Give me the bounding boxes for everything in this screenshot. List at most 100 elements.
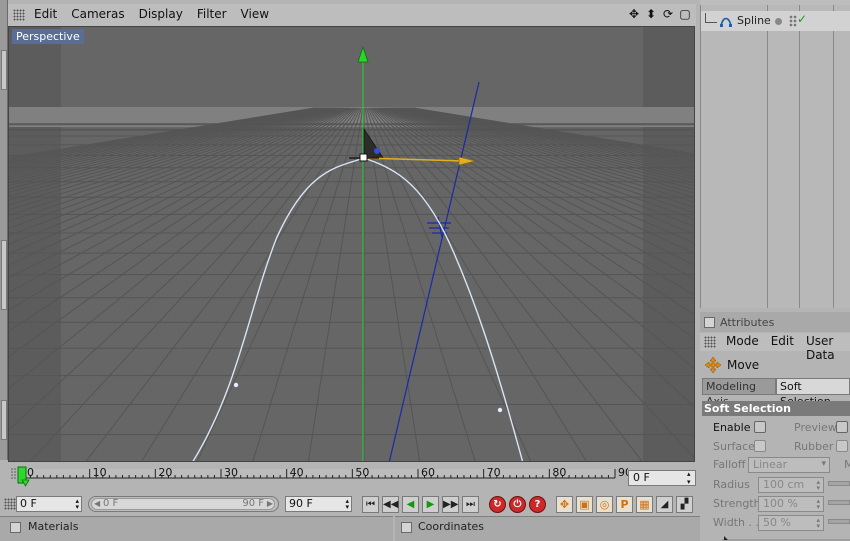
keyframe-selection-button[interactable]: ? [529,496,546,513]
rubber-checkbox[interactable] [836,440,848,452]
enable-row: Enable Preview [700,419,850,437]
surface-row: Surface Rubber [700,438,850,456]
key-rotation-button[interactable]: ◎ [596,496,613,513]
current-frame-field[interactable]: 0 F [628,470,696,486]
viewport-menubar: Edit Cameras Display Filter View ✥ ⬍ ⟳ ▢ [8,4,696,26]
enable-checkbox[interactable] [754,421,766,433]
object-row-spline[interactable]: Spline ✓ [701,11,850,31]
column-divider[interactable] [767,5,768,308]
timeline[interactable]: 0 10 20 30 40 50 60 70 80 90 [8,464,696,490]
visibility-dots-icon[interactable] [789,15,797,27]
move-view-icon[interactable]: ✥ [627,7,641,21]
surface-checkbox[interactable] [754,440,766,452]
object-name[interactable]: Spline [737,14,771,27]
range-min: 0 F [103,498,119,509]
menu-edit[interactable]: Edit [34,7,57,21]
layer-dot-icon[interactable] [775,18,782,25]
column-divider[interactable] [833,5,834,308]
next-key-button[interactable]: ▶▶ [442,496,459,513]
radius-slider[interactable] [828,481,850,486]
play-backward-button[interactable]: ◀ [402,496,419,513]
coordinates-title: Coordinates [418,520,485,533]
play-forward-button[interactable]: ▶ [422,496,439,513]
grip-handle[interactable] [704,336,716,348]
start-frame-value: 0 F [20,497,37,510]
perspective-viewport[interactable]: Perspective [8,26,695,462]
goto-end-button[interactable]: ⏭ [462,496,479,513]
dock-tab[interactable] [1,50,7,90]
falloff-select[interactable]: Linear ▾ [748,457,830,473]
ruler-tick-label: 60 [421,466,435,479]
key-position-button[interactable]: ✥ [556,496,573,513]
range-left-arrow-icon[interactable]: ◀ [94,499,100,508]
dock-tab[interactable] [1,240,7,310]
key-pla-button[interactable]: ▦ [636,496,653,513]
interpolation-button[interactable]: ◢ [656,496,673,513]
grip-handle[interactable] [13,9,25,21]
active-tool-header: Move [700,354,850,376]
ruler-tick-label: 80 [552,466,566,479]
coordinates-panel-toggle[interactable] [401,522,412,533]
grip-dot [14,468,16,470]
falloff-value: Linear [753,458,788,471]
grip-dot [11,477,13,479]
tab-soft-selection[interactable]: Soft Selection [776,378,850,408]
tree-line [705,13,717,23]
materials-panel-toggle[interactable] [10,522,21,533]
width-label: Width . . [713,516,759,529]
autokey-button[interactable]: ⏻ [509,496,526,513]
active-tool-name: Move [727,358,760,372]
rotate-view-icon[interactable]: ⟳ [661,7,675,21]
width-value: 50 % [763,516,791,529]
frame-range-slider[interactable]: ◀ 0 F 90 F ▶ [88,496,279,512]
enabled-check-icon[interactable]: ✓ [797,12,807,26]
falloff-label: Falloff [713,458,746,471]
viewport-scene[interactable] [9,27,695,462]
width-slider[interactable] [828,519,850,524]
materials-panel-header[interactable]: Materials [0,516,393,541]
selected-point-handle [359,153,368,162]
key-parameter-button[interactable]: P [616,496,633,513]
ruler-tick-label: 0 [27,466,34,479]
grip-handle[interactable] [4,498,16,510]
timeline-layout-button[interactable]: ▞ [676,496,693,513]
record-keys-button[interactable]: ↻ [489,496,506,513]
timeline-ruler[interactable]: 0 10 20 30 40 50 60 70 80 90 [8,464,628,490]
strength-row: Strength 100 % ▴ ▾ [700,495,850,513]
range-right-arrow-icon[interactable]: ▶ [267,499,273,508]
grip-dot [11,468,13,470]
ruler-tick-label: 50 [355,466,369,479]
materials-title: Materials [28,520,79,533]
enable-label: Enable [713,421,751,434]
dolly-view-icon[interactable]: ⬍ [644,7,658,21]
tab-modeling-axis[interactable]: Modeling Axis [702,378,776,408]
start-frame-field[interactable]: 0 F ▴ ▾ [16,496,82,512]
preview-checkbox[interactable] [836,421,848,433]
end-frame-field[interactable]: 90 F ▴ ▾ [285,496,352,512]
attributes-panel-toggle[interactable] [704,317,715,328]
falloff-curve-preview [722,536,850,541]
strength-slider[interactable] [828,500,850,505]
preview-label: Preview [794,421,837,434]
grip-dot [14,477,16,479]
spline-point [497,407,503,413]
menu-filter[interactable]: Filter [197,7,227,21]
radius-value: 100 cm [763,478,805,491]
key-scale-button[interactable]: ▣ [576,496,593,513]
object-manager[interactable]: Spline ✓ [700,5,850,308]
ruler-tick-label: 90 [618,466,628,479]
dock-tab[interactable] [1,400,7,440]
menu-display[interactable]: Display [139,7,183,21]
column-divider[interactable] [799,5,800,308]
prev-key-button[interactable]: ◀◀ [382,496,399,513]
radius-label: Radius [713,478,750,491]
rubber-label: Rubber [794,440,834,453]
maximize-view-icon[interactable]: ▢ [678,7,692,21]
attributes-panel-header[interactable]: Attributes [700,312,850,332]
strength-field[interactable]: 100 % ▴ ▾ [758,496,824,512]
width-field[interactable]: 50 % ▴ ▾ [758,515,824,531]
radius-field[interactable]: 100 cm ▴ ▾ [758,477,824,493]
goto-start-button[interactable]: ⏮ [362,496,379,513]
menu-view[interactable]: View [241,7,269,21]
menu-cameras[interactable]: Cameras [71,7,124,21]
